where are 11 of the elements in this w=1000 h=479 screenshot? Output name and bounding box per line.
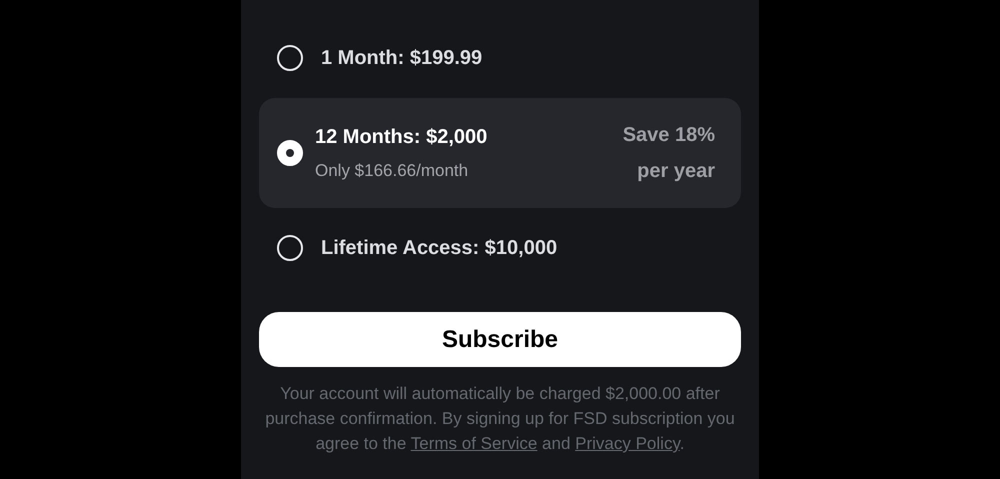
savings-text: Save 18% [622, 123, 715, 148]
radio-button[interactable] [277, 235, 303, 261]
radio-button[interactable] [277, 45, 303, 71]
plan-price-note: Only $166.66/month [315, 160, 470, 182]
plan-title: 12 Months: $2,000 [315, 125, 488, 150]
savings-text: per year [637, 159, 715, 184]
plan-option[interactable]: 1 Month: $199.99 [259, 34, 741, 82]
plan-option[interactable]: 12 Months: $2,000 Only $166.66/month Save 18% per year [259, 98, 741, 208]
plan-option[interactable]: Lifetime Access: $10,000 [259, 224, 741, 272]
legal-notice: Your account will automatically be charged $2,000.00 after purchase confirmation. By signing up for FSD subscription you agree to the Terms of Service and Privacy Policy. [265, 383, 735, 455]
subscribe-button[interactable]: Subscribe [259, 312, 741, 367]
